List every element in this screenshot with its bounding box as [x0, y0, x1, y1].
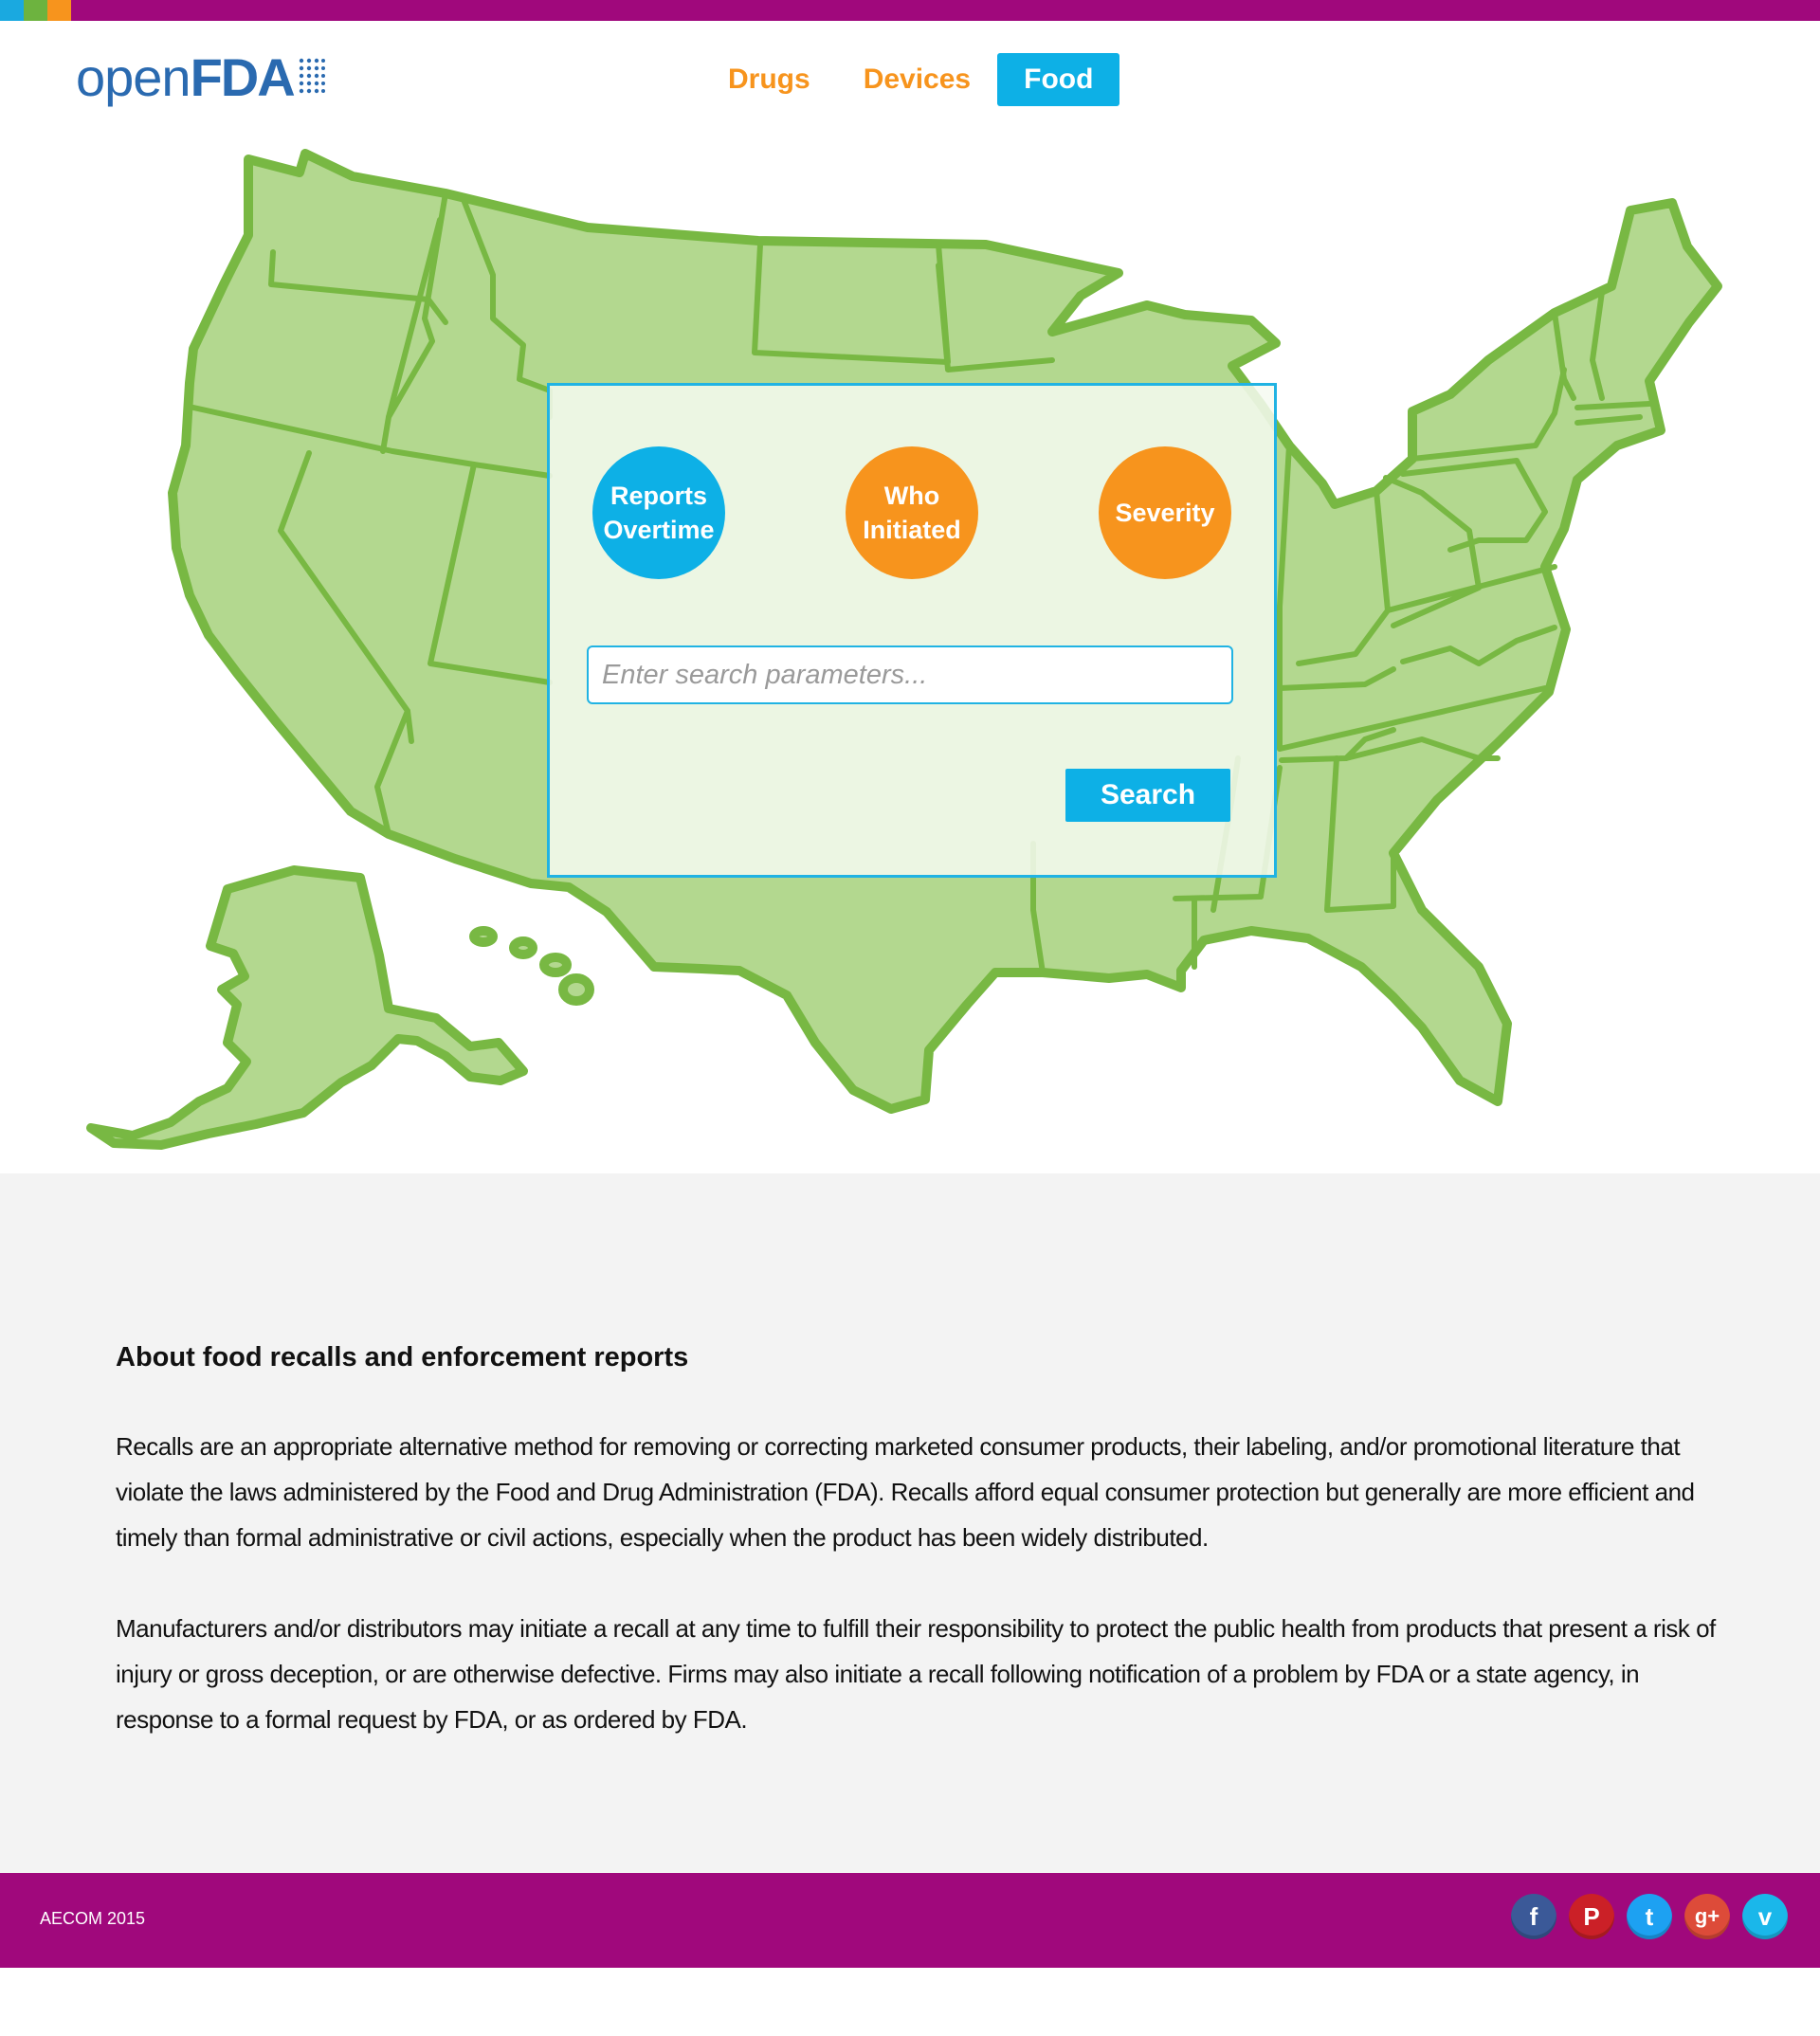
- color-swatch-blue: [0, 0, 24, 21]
- about-heading: About food recalls and enforcement repor…: [116, 1342, 689, 1372]
- about-paragraph-1: Recalls are an appropriate alternative m…: [116, 1432, 1695, 1552]
- about-section: About food recalls and enforcement repor…: [0, 1173, 1820, 1873]
- social-links: f P t g+ v: [1511, 1894, 1788, 1939]
- pinterest-icon[interactable]: P: [1569, 1894, 1614, 1939]
- main-nav: Drugs Devices Food: [701, 53, 1120, 106]
- logo-fda-text: FDA: [190, 47, 296, 107]
- logo-open-text: open: [76, 47, 191, 107]
- hawaii-island-4: [558, 973, 594, 1006]
- google-plus-icon[interactable]: g+: [1684, 1894, 1730, 1939]
- alaska-shape: [86, 865, 528, 1150]
- tab-devices[interactable]: Devices: [837, 53, 997, 106]
- hawaii-island-3: [539, 953, 572, 977]
- facebook-icon[interactable]: f: [1511, 1894, 1556, 1939]
- search-input[interactable]: [587, 645, 1233, 704]
- top-color-strip: [0, 0, 1820, 21]
- about-paragraph-2: Manufacturers and/or distributors may in…: [116, 1614, 1716, 1734]
- footer-copyright: AECOM 2015: [40, 1909, 146, 1928]
- filter-label-line2: Initiated: [863, 516, 961, 544]
- filter-reports-overtime-button[interactable]: Reports Overtime: [592, 446, 725, 579]
- search-panel: Reports Overtime Who Initiated Severity Se…: [547, 383, 1277, 878]
- filter-label-line2: Overtime: [603, 516, 715, 544]
- vimeo-icon[interactable]: v: [1742, 1894, 1788, 1939]
- openfda-logo[interactable]: open FDA: [76, 47, 326, 106]
- color-swatch-orange: [47, 0, 71, 21]
- footer: AECOM 2015 f P t g+ v: [0, 1873, 1820, 1968]
- tab-drugs[interactable]: Drugs: [701, 53, 837, 106]
- hawaii-island-1: [469, 926, 498, 947]
- hawaii-island-2: [509, 936, 537, 959]
- filter-label-line1: Reports: [610, 482, 707, 510]
- filter-label-line1: Who: [883, 482, 940, 510]
- tab-food[interactable]: Food: [997, 53, 1120, 106]
- search-button[interactable]: Search: [1065, 769, 1230, 822]
- logo-dots-icon: [299, 58, 325, 94]
- twitter-icon[interactable]: t: [1627, 1894, 1672, 1939]
- filter-severity-button[interactable]: Severity: [1099, 446, 1231, 579]
- filter-label-line1: Severity: [1115, 499, 1215, 527]
- color-swatch-green: [24, 0, 47, 21]
- filter-who-initiated-button[interactable]: Who Initiated: [846, 446, 978, 579]
